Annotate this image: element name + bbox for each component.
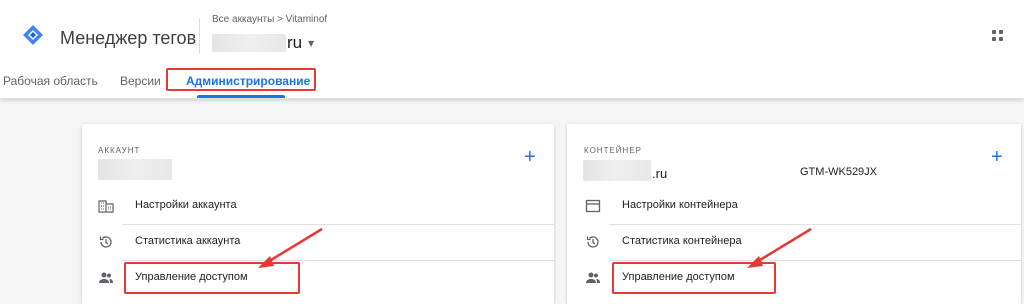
arrow-to-account-access <box>258 227 323 268</box>
annotation-arrows <box>258 227 812 268</box>
arrow-to-container-access <box>747 227 812 268</box>
